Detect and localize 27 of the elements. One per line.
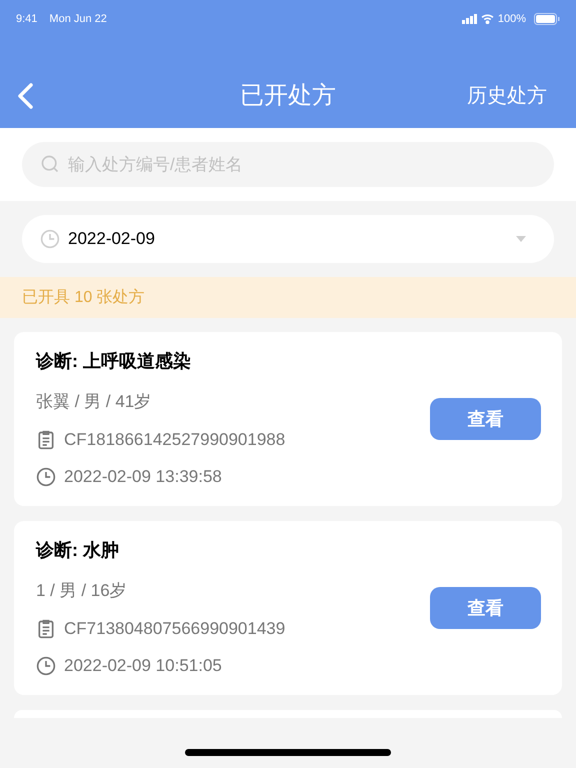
prescription-time: 2022-02-09 13:39:58 xyxy=(64,466,222,488)
history-link[interactable]: 历史处方 xyxy=(467,80,547,110)
wifi-icon xyxy=(480,14,494,24)
diagnosis-text: 诊断: 上呼吸道感染 xyxy=(36,350,192,374)
clock-icon xyxy=(36,656,56,676)
page-title: 已开处方 xyxy=(240,80,336,110)
date-picker[interactable]: 2022-02-09 xyxy=(22,215,554,263)
view-button[interactable]: 查看 xyxy=(430,398,541,440)
signal-icon xyxy=(462,14,477,24)
prescription-number: CF713804807566990901439 xyxy=(64,618,286,640)
patient-info: 1 / 男 / 16岁 xyxy=(36,580,128,602)
dropdown-caret-icon xyxy=(516,236,526,242)
diagnosis-text: 诊断: 水肿 xyxy=(36,539,120,562)
patient-info: 张翼 / 男 / 41岁 xyxy=(36,391,152,414)
battery-percent: 100% xyxy=(498,12,526,27)
battery-icon xyxy=(534,13,560,26)
view-button[interactable]: 查看 xyxy=(430,587,541,629)
summary-text: 已开具 10 张处方 xyxy=(22,288,145,308)
status-date: Mon Jun 22 xyxy=(49,12,107,27)
prescription-time: 2022-02-09 10:51:05 xyxy=(64,655,222,678)
clock-icon xyxy=(40,229,60,249)
clock-icon xyxy=(36,467,56,487)
search-icon xyxy=(40,154,60,174)
clipboard-icon xyxy=(36,618,56,638)
prescription-number: CF181866142527990901988 xyxy=(64,428,286,451)
status-time: 9:41 xyxy=(16,12,38,27)
clipboard-icon xyxy=(36,430,56,450)
